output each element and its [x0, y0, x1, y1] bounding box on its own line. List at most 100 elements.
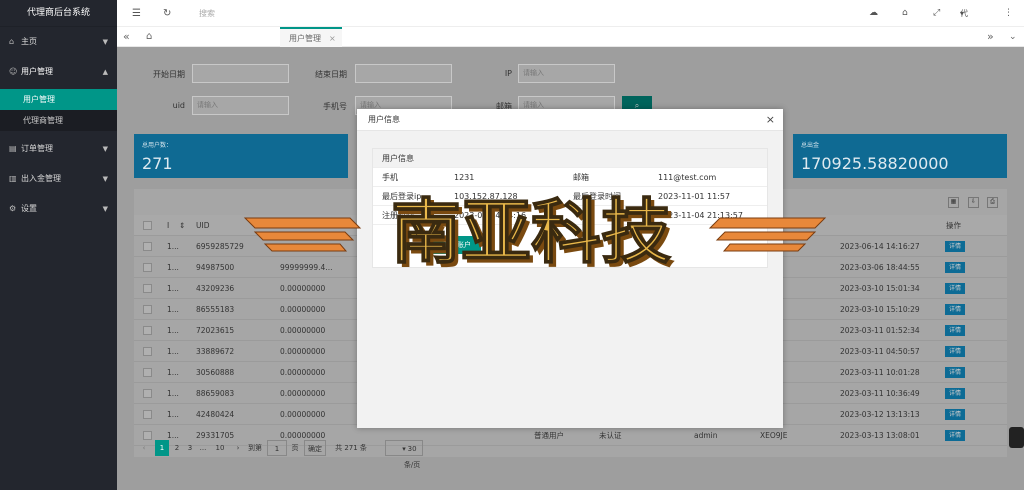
tab-user-manage[interactable]: 用户管理 × [280, 27, 342, 47]
ip-info-value: 103.152.87.128 [454, 192, 518, 201]
phone-label: 手机号 [323, 102, 347, 111]
detail-button[interactable]: 详情 [945, 262, 965, 273]
gear-icon: ⚙ [9, 204, 17, 213]
login-account-button[interactable]: 登录账户 [433, 236, 481, 254]
modal-title: 用户信息 [368, 115, 400, 124]
phone-info-label: 手机 [382, 173, 398, 182]
row-checkbox[interactable] [143, 326, 152, 335]
uid-label: uid [172, 101, 185, 110]
row-checkbox[interactable] [143, 431, 152, 440]
email-info-value: 111@test.com [658, 173, 717, 182]
user-icon: ☺ [9, 67, 18, 76]
row-checkbox[interactable] [143, 410, 152, 419]
close-icon[interactable]: × [766, 109, 775, 131]
sidebar-sub-agent-manage[interactable]: 代理商管理 [0, 110, 117, 131]
uid-input[interactable]: 请输入 [192, 96, 289, 115]
detail-button[interactable]: 详情 [945, 430, 965, 441]
select-all-checkbox[interactable] [143, 221, 152, 230]
search-link[interactable]: 搜索 [199, 0, 215, 27]
cloud-icon[interactable]: ☁ [869, 0, 878, 27]
chevron-down-icon: ▼ [102, 175, 108, 183]
refresh-icon[interactable]: ↻ [163, 0, 171, 27]
time-value-2: 2023-11-04 21:13:57 [658, 211, 743, 220]
detail-button[interactable]: 详情 [945, 283, 965, 294]
ip-label: IP [504, 69, 512, 78]
page-unit-label: 页 [291, 444, 299, 452]
row-checkbox[interactable] [143, 284, 152, 293]
floating-widget[interactable] [1009, 427, 1024, 448]
next-page-icon[interactable]: › [232, 440, 244, 456]
tabs-right-icon[interactable]: » [987, 27, 994, 47]
row-checkbox[interactable] [143, 242, 152, 251]
reg-time-value: 2023-06-14 14:16 [454, 211, 527, 220]
sidebar-item-home[interactable]: ⌂ 主页 ▼ [0, 27, 117, 57]
home-icon: ⌂ [9, 37, 15, 46]
top-bar: ☰ ↻ 搜索 ☁ ⌂ ⤢ 代理商 ▾ ⋮ [117, 0, 1024, 72]
ip-info-label: 最后登录ip [382, 192, 422, 201]
sidebar-item-settings[interactable]: ⚙ 设置 ▼ [0, 194, 117, 224]
prev-page-icon[interactable]: ‹ [138, 440, 150, 456]
phone-info-value: 1231 [454, 173, 475, 182]
page-3[interactable]: 3 [184, 440, 196, 456]
menu-toggle-icon[interactable]: ☰ [132, 0, 141, 27]
sort-icon[interactable]: ⇕ [179, 215, 185, 236]
tab-bar: « ⌂ 用户管理 × » ⌄ [117, 27, 1024, 47]
print-icon[interactable]: ⎙ [987, 197, 998, 208]
page-10[interactable]: 10 [212, 440, 228, 456]
tab-close-icon[interactable]: × [329, 29, 336, 49]
section-title: 用户信息 [382, 154, 414, 163]
row-checkbox[interactable] [143, 305, 152, 314]
chevron-down-icon: ▼ [102, 205, 108, 213]
stat-card-users: 总用户数： 271 [134, 134, 348, 178]
export-icon[interactable]: ⇩ [968, 197, 979, 208]
sidebar-sub-user-manage[interactable]: 用户管理 [0, 89, 117, 110]
detail-button[interactable]: 详情 [945, 388, 965, 399]
user-menu[interactable]: 代理商 ▾ [960, 0, 968, 72]
chevron-up-icon: ▲ [102, 68, 108, 76]
row-checkbox[interactable] [143, 389, 152, 398]
detail-button[interactable]: 详情 [945, 409, 965, 420]
row-checkbox[interactable] [143, 347, 152, 356]
page-input[interactable]: 1 [267, 440, 287, 456]
page-2[interactable]: 2 [171, 440, 183, 456]
money-icon: ▥ [9, 174, 17, 183]
tag-icon[interactable]: ⌂ [902, 0, 908, 27]
detail-button[interactable]: 详情 [945, 325, 965, 336]
confirm-page-button[interactable]: 确定 [304, 440, 326, 456]
row-checkbox[interactable] [143, 368, 152, 377]
reg-time-label: 注册时间 [382, 211, 414, 220]
detail-button[interactable]: 详情 [945, 367, 965, 378]
email-info-label: 邮箱 [573, 173, 589, 182]
start-date-label: 开始日期 [153, 70, 185, 79]
end-date-input[interactable] [355, 64, 452, 83]
ip-input[interactable]: 请输入 [518, 64, 615, 83]
user-info-modal: 用户信息 × 用户信息 手机 1231 邮箱 111@test.com 最后登录… [357, 109, 783, 428]
modal-header: 用户信息 × [357, 109, 783, 131]
chevron-down-icon: ▼ [102, 145, 108, 153]
info-table: 用户信息 手机 1231 邮箱 111@test.com 最后登录ip 103.… [372, 148, 768, 268]
home-tab-icon[interactable]: ⌂ [146, 27, 152, 47]
sidebar: 代理商后台系统 ⌂ 主页 ▼ ☺ 用户管理 ▲ 用户管理 代理商管理 ▤ 订单管理 ▼ ▥ 出… [0, 0, 117, 490]
sidebar-item-orders[interactable]: ▤ 订单管理 ▼ [0, 134, 117, 164]
detail-button[interactable]: 详情 [945, 304, 965, 315]
login-time-label: 最后登录时间 [573, 192, 621, 201]
start-date-input[interactable] [192, 64, 289, 83]
page-ellipsis: ... [199, 444, 207, 452]
more-icon[interactable]: ⋮ [1004, 0, 1013, 27]
end-date-label: 结束日期 [315, 70, 347, 79]
stat-card-withdraw: 总出金 170925.58820000 [793, 134, 1007, 178]
columns-icon[interactable]: ▦ [948, 197, 959, 208]
row-checkbox[interactable] [143, 263, 152, 272]
fullscreen-icon[interactable]: ⤢ [933, 0, 940, 27]
sidebar-item-users[interactable]: ☺ 用户管理 ▲ [0, 57, 117, 87]
detail-button[interactable]: 详情 [945, 241, 965, 252]
tabs-dropdown-icon[interactable]: ⌄ [1009, 27, 1017, 47]
page-1[interactable]: 1 [155, 440, 169, 456]
chevron-down-icon: ▼ [102, 38, 108, 46]
detail-button[interactable]: 详情 [945, 346, 965, 357]
tabs-left-icon[interactable]: « [123, 27, 130, 47]
sidebar-item-funds[interactable]: ▥ 出入金管理 ▼ [0, 164, 117, 194]
order-icon: ▤ [9, 144, 17, 153]
total-count: 共 271 条 [335, 444, 367, 452]
page-size-select[interactable]: 30 条/页 ▾ [385, 440, 423, 469]
